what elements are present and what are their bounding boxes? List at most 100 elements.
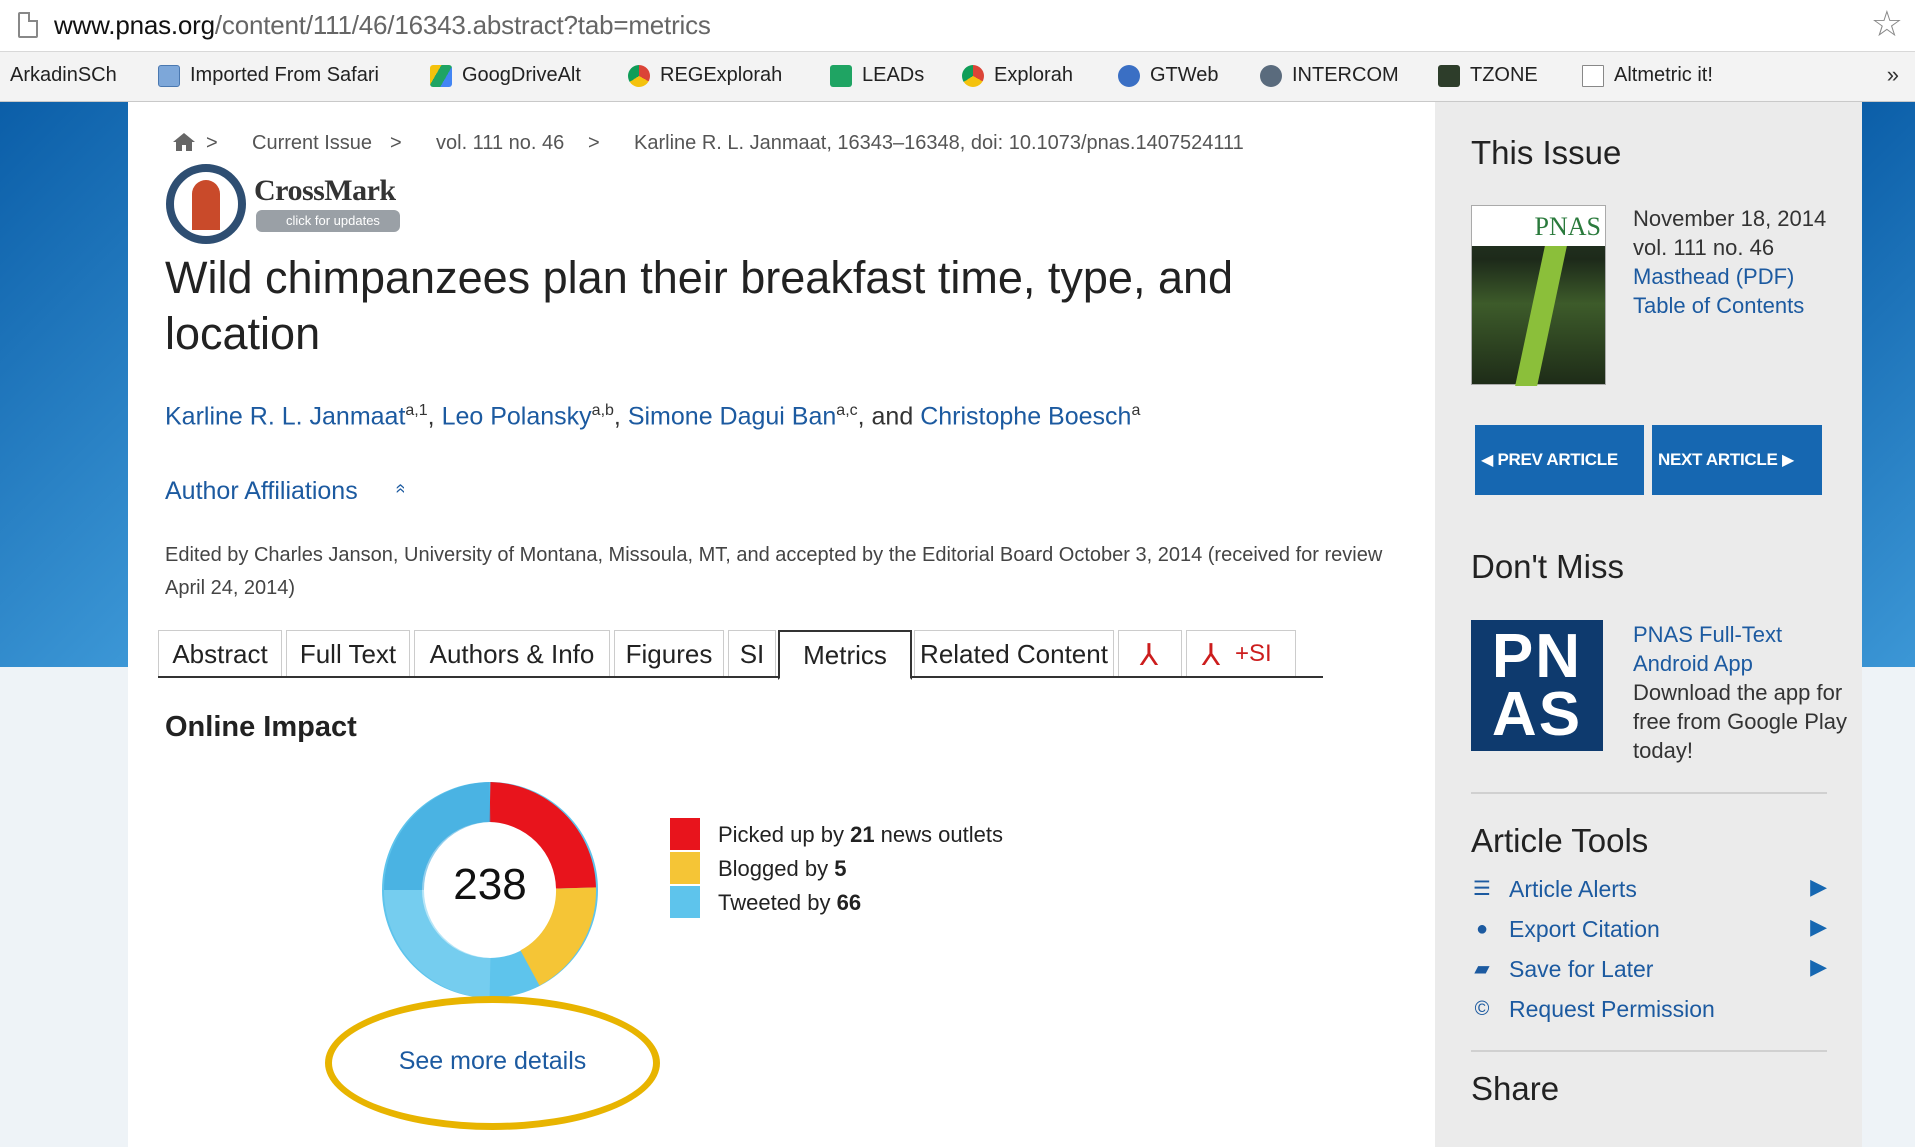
bookmark-arkadinsch[interactable]: ArkadinSCh <box>10 64 117 87</box>
affiliations-toggle-icon[interactable]: » <box>390 483 411 493</box>
issue-info: November 18, 2014 vol. 111 no. 46 Masthe… <box>1633 204 1843 320</box>
author-sup: a,1 <box>405 402 428 419</box>
tab-abstract[interactable]: Abstract <box>158 630 282 676</box>
breadcrumb-volume[interactable]: vol. 111 no. 46 <box>436 132 564 155</box>
article-tabs: Abstract Full Text Authors & Info Figure… <box>158 630 1323 680</box>
bookmark-intercom[interactable]: INTERCOM <box>1260 64 1399 87</box>
crossmark-badge[interactable]: CrossMark click for updates <box>166 162 406 244</box>
author-separator: , and <box>857 402 914 431</box>
tab-full-text[interactable]: Full Text <box>286 630 410 676</box>
author-link[interactable]: Simone Dagui Ban <box>628 402 836 430</box>
more-bookmarks-chevron-icon[interactable]: » <box>1887 62 1899 88</box>
author-sup: a,b <box>591 402 614 419</box>
tool-save-for-later[interactable]: ▰ Save for Later ▶ <box>1471 954 1827 986</box>
url-text[interactable]: www.pnas.org/content/111/46/16343.abstra… <box>54 10 711 41</box>
left-banner <box>0 102 128 667</box>
next-article-button[interactable]: NEXT ARTICLE ▶ <box>1652 425 1822 495</box>
address-bar[interactable]: www.pnas.org/content/111/46/16343.abstra… <box>0 0 1915 52</box>
app-promo-text: Download the app for free from Google Pl… <box>1633 680 1847 763</box>
tab-related-content[interactable]: Related Content <box>914 630 1114 676</box>
bookmark-regexplorah[interactable]: REGExplorah <box>628 64 782 87</box>
bookmark-imported-from-safari[interactable]: Imported From Safari <box>158 64 379 87</box>
news-swatch <box>670 818 700 850</box>
issue-volume: vol. 111 no. 46 <box>1633 235 1775 260</box>
app-promo: PNAS Full-Text Android App Download the … <box>1633 620 1848 765</box>
crossmark-subtitle: click for updates <box>256 210 400 232</box>
bookmark-label: INTERCOM <box>1292 64 1399 86</box>
flower-icon <box>1118 64 1140 87</box>
legend-tweets-text: Tweeted by 66 <box>718 890 862 915</box>
sidebar-divider <box>1471 792 1827 794</box>
chrome-icon <box>628 64 650 87</box>
drive-icon <box>430 64 452 87</box>
tab-pdf[interactable]: ⅄ <box>1118 630 1182 676</box>
caret-right-icon: ▶ <box>1810 914 1827 939</box>
cover-title: PNAS <box>1534 212 1601 241</box>
folder-icon <box>158 64 180 87</box>
online-impact-heading: Online Impact <box>165 711 357 743</box>
bookmark-explorah[interactable]: Explorah <box>962 64 1073 87</box>
pdf-icon: ⅄ <box>1139 639 1159 672</box>
home-icon[interactable] <box>172 132 196 152</box>
tab-authors-info[interactable]: Authors & Info <box>414 630 610 676</box>
breadcrumb-separator: > <box>588 132 600 154</box>
bookmark-label: GoogDriveAlt <box>462 64 581 86</box>
author-affiliations-link[interactable]: Author Affiliations <box>165 477 358 506</box>
breadcrumb-current-issue[interactable]: Current Issue <box>252 132 372 155</box>
bookmark-tzone[interactable]: TZONE <box>1438 64 1538 87</box>
legend-blogs-text: Blogged by 5 <box>718 856 847 881</box>
tab-metrics[interactable]: Metrics <box>778 630 912 680</box>
tab-figures[interactable]: Figures <box>614 630 724 676</box>
tab-pdf-si[interactable]: ⅄ +SI <box>1186 630 1296 676</box>
rss-icon: ☰ <box>1473 878 1491 900</box>
bookmark-label: Imported From Safari <box>190 64 379 86</box>
bookmark-googdrivealt[interactable]: GoogDriveAlt <box>430 64 581 87</box>
bookmark-altmetric-it[interactable]: Altmetric it! <box>1582 64 1713 87</box>
tool-export-citation[interactable]: ● Export Citation ▶ <box>1471 914 1827 946</box>
intercom-icon <box>1260 64 1282 87</box>
breadcrumb-article: Karline R. L. Janmaat, 16343–16348, doi:… <box>634 132 1244 154</box>
issue-cover-image[interactable]: PNAS <box>1471 205 1606 386</box>
article-title: Wild chimpanzees plan their breakfast ti… <box>165 252 1234 359</box>
bookmark-gtweb[interactable]: GTWeb <box>1118 64 1219 87</box>
sidebar-divider <box>1471 1050 1827 1052</box>
see-more-details-link[interactable]: See more details <box>325 1047 660 1076</box>
article-tools-heading: Article Tools <box>1471 822 1649 859</box>
this-issue-heading: This Issue <box>1471 134 1622 171</box>
author-link[interactable]: Leo Polansky <box>442 402 592 430</box>
author-link[interactable]: Karline R. L. Janmaat <box>165 402 405 430</box>
sheet-icon <box>830 64 852 87</box>
tool-article-alerts[interactable]: ☰ Article Alerts ▶ <box>1471 874 1827 906</box>
tab-si[interactable]: SI <box>728 630 776 676</box>
author-sup: a <box>1131 402 1141 419</box>
legend-news-text: Picked up by 21 news outlets <box>718 822 1003 847</box>
caret-right-icon: ▶ <box>1781 452 1794 469</box>
breadcrumb-separator: > <box>390 132 402 154</box>
logo-line: PN <box>1491 622 1583 691</box>
pdf-icon: ⅄ <box>1201 639 1221 672</box>
next-article-label: NEXT ARTICLE <box>1658 450 1778 469</box>
copyright-icon: © <box>1474 998 1490 1020</box>
masthead-link[interactable]: Masthead (PDF) <box>1633 262 1843 291</box>
logo-line: AS <box>1491 680 1583 749</box>
blog-swatch <box>670 852 700 884</box>
bookmark-leads[interactable]: LEADs <box>830 64 924 87</box>
bookmark-star-icon[interactable]: ☆ <box>1871 6 1903 42</box>
table-of-contents-link[interactable]: Table of Contents <box>1633 291 1843 320</box>
crossmark-title: CrossMark <box>254 174 396 207</box>
altmetric-score: 238 <box>453 860 527 909</box>
dont-miss-heading: Don't Miss <box>1471 548 1624 585</box>
url-path: /content/111/46/16343.abstract?tab=metri… <box>214 10 711 40</box>
author-link[interactable]: Christophe Boesch <box>920 402 1131 430</box>
tool-label: Article Alerts <box>1509 876 1637 902</box>
caret-left-icon: ◀ <box>1481 452 1494 469</box>
share-heading: Share <box>1471 1070 1560 1107</box>
android-app-link[interactable]: PNAS Full-Text Android App <box>1633 620 1848 678</box>
prev-article-button[interactable]: ◀ PREV ARTICLE <box>1475 425 1644 495</box>
crossmark-logo-icon <box>166 164 246 244</box>
pnas-logo[interactable]: PN AS <box>1471 620 1603 751</box>
folder-icon: ▰ <box>1474 958 1490 980</box>
editor-note: Edited by Charles Janson, University of … <box>165 544 1383 599</box>
tool-request-permission[interactable]: © Request Permission <box>1471 996 1827 1026</box>
author-list: Karline R. L. Janmaata,1, Leo Polanskya,… <box>165 402 1140 431</box>
